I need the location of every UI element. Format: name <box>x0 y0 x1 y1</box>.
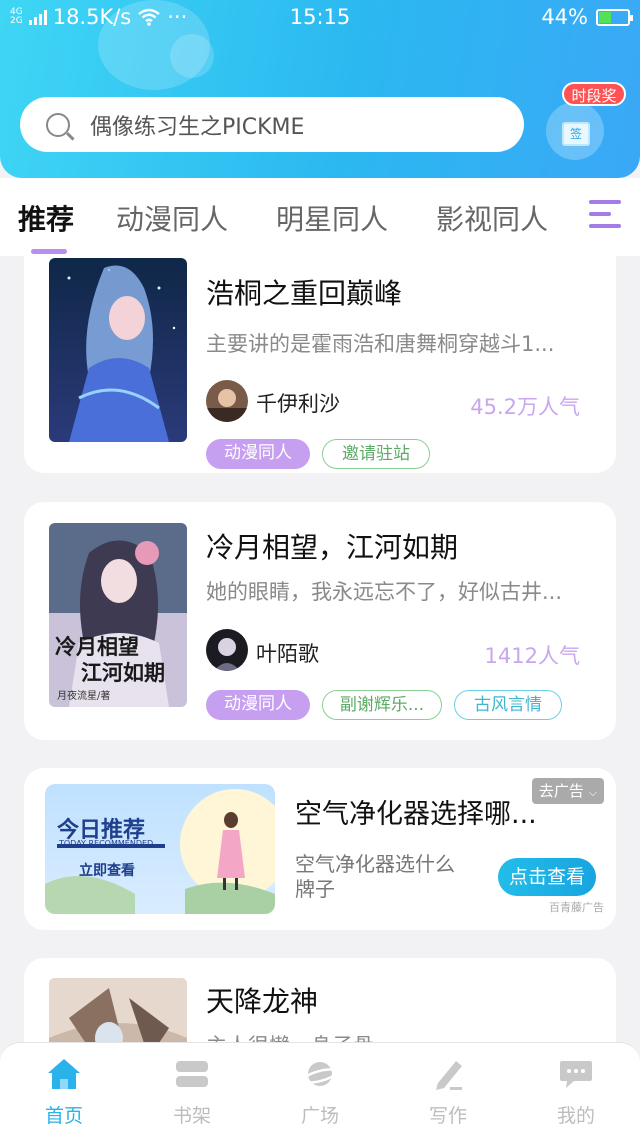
network-speed: 18.5K/s <box>52 5 132 29</box>
more-status-icon: ··· <box>167 5 188 29</box>
book-card[interactable]: 浩桐之重回巅峰 主要讲的是霍雨浩和唐舞桐穿越斗1... 千伊利沙 45.2万人气… <box>24 256 616 473</box>
app-header: 4G 2G 18.5K/s ··· 15:15 44% 偶像练习生之PICKME… <box>0 0 640 178</box>
author-avatar <box>206 380 248 422</box>
book-cover <box>49 978 187 1042</box>
tag-chip[interactable]: 动漫同人 <box>206 690 310 720</box>
nav-label: 书架 <box>172 1105 211 1127</box>
book-card[interactable]: 冷月相望 江河如期 月夜流星/著 冷月相望，江河如期 她的眼睛，我永远忘不了，好… <box>24 502 616 740</box>
author-name: 叶陌歌 <box>256 642 319 666</box>
chevron-down-icon: ⌵ <box>588 786 598 799</box>
remove-ad-label: 去广告 <box>538 782 584 800</box>
cover-author: 月夜流星/著 <box>57 691 111 702</box>
tag-chip[interactable]: 动漫同人 <box>206 439 310 469</box>
nav-home[interactable]: 首页 <box>0 1043 128 1138</box>
popularity-count: 45.2万人气 <box>470 395 580 419</box>
search-placeholder: 偶像练习生之PICKME <box>90 114 305 140</box>
author-name: 千伊利沙 <box>256 392 340 416</box>
tab-film-fanfic[interactable]: 影视同人 <box>436 198 548 238</box>
battery-icon <box>596 8 633 26</box>
nav-write[interactable]: 写作 <box>384 1043 512 1138</box>
book-title: 冷月相望，江河如期 <box>206 531 459 564</box>
book-description: 主人很懒，身子骨... <box>206 1030 596 1042</box>
popularity-count: 1412人气 <box>484 644 580 668</box>
nav-mine[interactable]: 我的 <box>512 1043 640 1138</box>
book-cover: 冷月相望 江河如期 月夜流星/著 <box>49 523 187 707</box>
ad-cta-button[interactable]: 点击查看 <box>498 858 596 896</box>
planet-icon <box>302 1062 338 1086</box>
decor-bubble <box>170 34 214 78</box>
tab-celebrity-fanfic[interactable]: 明星同人 <box>276 198 388 238</box>
signal-icon <box>28 9 47 25</box>
book-description: 她的眼睛，我永远忘不了，好似古井... <box>206 580 563 604</box>
book-card[interactable]: 天降龙神 主人很懒，身子骨... <box>24 958 616 1042</box>
nav-label: 我的 <box>556 1105 595 1127</box>
battery-percent: 44% <box>541 5 588 29</box>
search-bar[interactable]: 偶像练习生之PICKME <box>20 97 524 152</box>
book-title: 天降龙神 <box>206 985 319 1018</box>
tag-chip[interactable]: 古风言情 <box>454 690 562 720</box>
home-icon <box>48 1059 80 1089</box>
pen-icon <box>436 1061 462 1090</box>
ad-source: 百青藤广告 <box>549 901 604 914</box>
tab-anime-fanfic[interactable]: 动漫同人 <box>116 198 228 238</box>
ad-banner-image[interactable]: 今日推荐 TODAY RECOMMENDED 立即查看 <box>45 784 275 914</box>
nav-square[interactable]: 广场 <box>256 1043 384 1138</box>
category-menu-icon[interactable] <box>589 200 621 230</box>
tag-chip[interactable]: 副谢辉乐... <box>322 690 442 720</box>
status-bar: 4G 2G 18.5K/s ··· 15:15 44% <box>0 0 640 34</box>
nav-bookshelf[interactable]: 书架 <box>128 1043 256 1138</box>
nav-label: 广场 <box>300 1105 339 1127</box>
cover-title-line2: 江河如期 <box>81 660 165 685</box>
reward-badge: 时段奖 <box>562 82 626 106</box>
remove-ad-button[interactable]: 去广告 ⌵ <box>532 778 604 804</box>
chat-bubble-icon <box>560 1061 592 1088</box>
author-avatar <box>206 629 248 671</box>
battery-fill <box>599 11 612 23</box>
nav-label: 写作 <box>428 1105 467 1127</box>
ad-title: 空气净化器选择哪... <box>295 799 537 830</box>
ad-banner-subtitle: TODAY RECOMMENDED <box>59 839 154 848</box>
sign-in-reward-button[interactable]: 签 时段奖 <box>542 82 626 162</box>
ad-banner-button: 立即查看 <box>79 863 135 879</box>
gift-box-icon: 签 <box>562 122 590 146</box>
book-title: 浩桐之重回巅峰 <box>206 277 403 310</box>
ad-card[interactable]: 今日推荐 TODAY RECOMMENDED 立即查看 空气净化器选择哪... … <box>24 768 616 930</box>
search-icon <box>46 112 70 137</box>
book-description: 主要讲的是霍雨浩和唐舞桐穿越斗1... <box>206 332 555 356</box>
wifi-icon <box>138 8 160 26</box>
bookshelf-icon <box>176 1061 208 1087</box>
ad-description: 空气净化器选什么牌子 <box>295 852 455 901</box>
network-type: 4G 2G <box>10 7 23 26</box>
bottom-navigation: 首页 书架 广场 写作 我的 <box>0 1042 640 1138</box>
book-cover <box>49 258 187 442</box>
nav-label: 首页 <box>44 1105 83 1127</box>
tag-chip[interactable]: 邀请驻站 <box>322 439 430 469</box>
active-tab-indicator <box>31 249 67 254</box>
category-tabs: 推荐 动漫同人 明星同人 影视同人 <box>0 178 640 256</box>
tab-recommended[interactable]: 推荐 <box>18 198 74 238</box>
feed: 浩桐之重回巅峰 主要讲的是霍雨浩和唐舞桐穿越斗1... 千伊利沙 45.2万人气… <box>0 256 640 1042</box>
